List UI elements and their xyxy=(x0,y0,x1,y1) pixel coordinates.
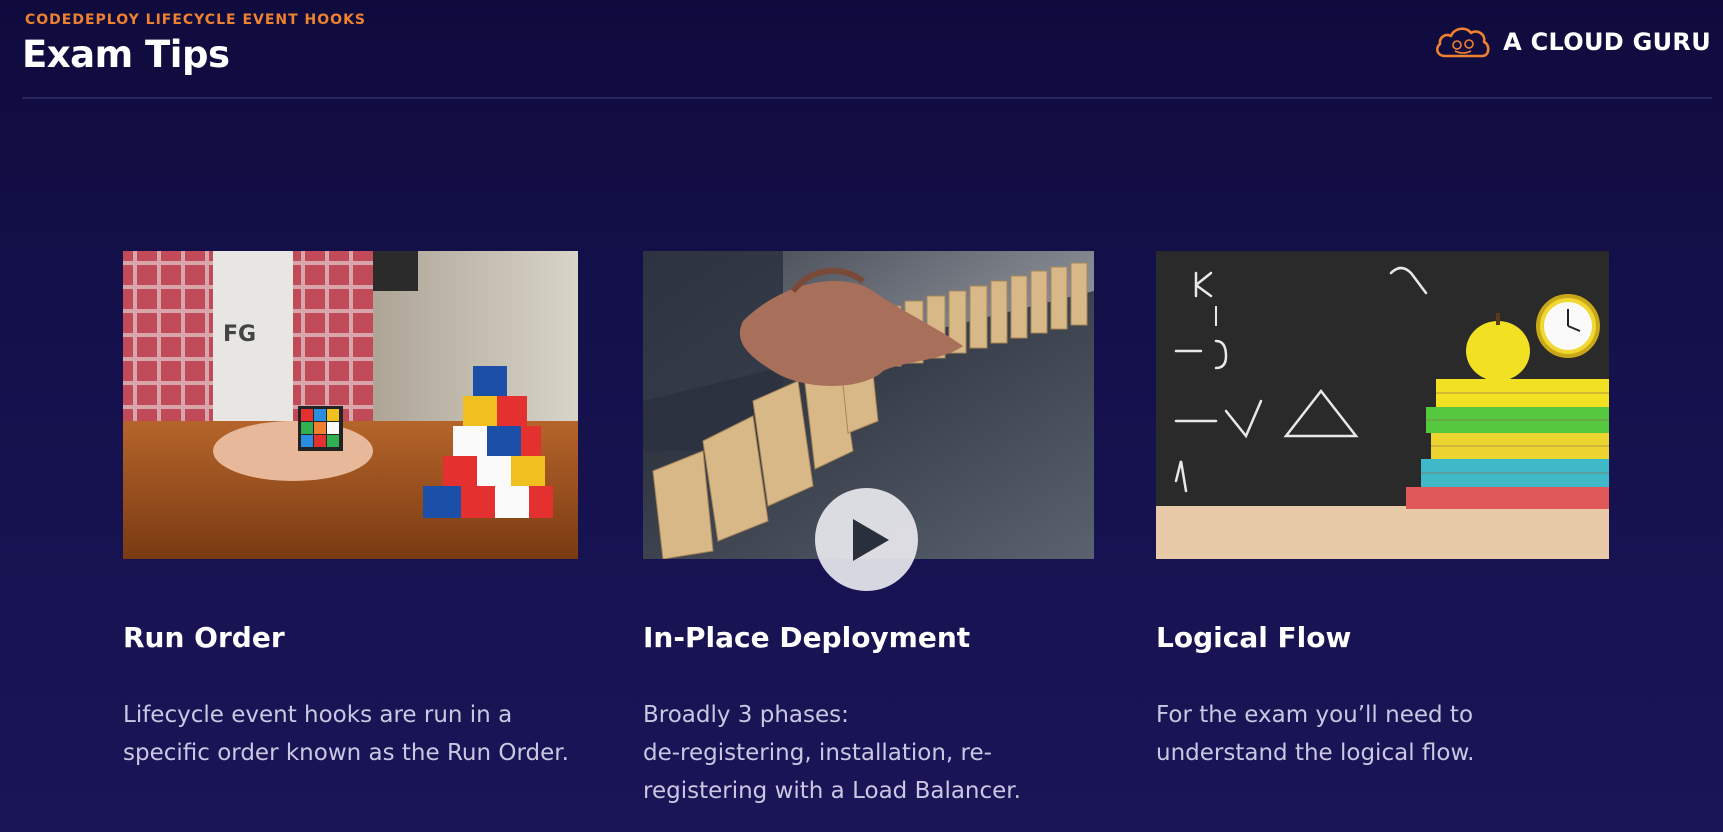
card-body-line: Broadly 3 phases: xyxy=(643,702,849,728)
brand-name: A CLOUD GURU xyxy=(1503,28,1711,56)
play-icon xyxy=(852,518,889,561)
card-body: Broadly 3 phases: de-registering, instal… xyxy=(643,696,1094,810)
slide-header: CODEDEPLOY LIFECYCLE EVENT HOOKS Exam Ti… xyxy=(0,0,1723,102)
brand: A CLOUD GURU xyxy=(1433,22,1711,62)
card-title: Logical Flow xyxy=(1156,621,1352,654)
card-body-line: de-registering, installation, re-registe… xyxy=(643,740,1021,804)
card-body: For the exam you’ll need to understand t… xyxy=(1156,696,1609,772)
section-eyebrow: CODEDEPLOY LIFECYCLE EVENT HOOKS xyxy=(25,12,366,28)
chalkboard-photo xyxy=(1156,251,1609,559)
video-play-button[interactable] xyxy=(815,488,918,591)
svg-text:FG: FG xyxy=(223,322,256,347)
card-body-line: Lifecycle event hooks are run in a speci… xyxy=(123,702,569,766)
page-title: Exam Tips xyxy=(22,33,230,76)
card-run-order: FG Run Order Lifecycle event hooks are r… xyxy=(123,251,578,766)
rubiks-cube-photo: FG xyxy=(123,251,578,559)
card-title: Run Order xyxy=(123,621,285,654)
cloud-logo-icon xyxy=(1436,27,1490,58)
card-logical-flow: Logical Flow For the exam you’ll need to… xyxy=(1156,251,1609,766)
card-title: In-Place Deployment xyxy=(643,621,971,654)
card-body: Lifecycle event hooks are run in a speci… xyxy=(123,696,578,772)
header-divider xyxy=(22,97,1712,99)
card-body-line: For the exam you’ll need to understand t… xyxy=(1156,702,1475,766)
